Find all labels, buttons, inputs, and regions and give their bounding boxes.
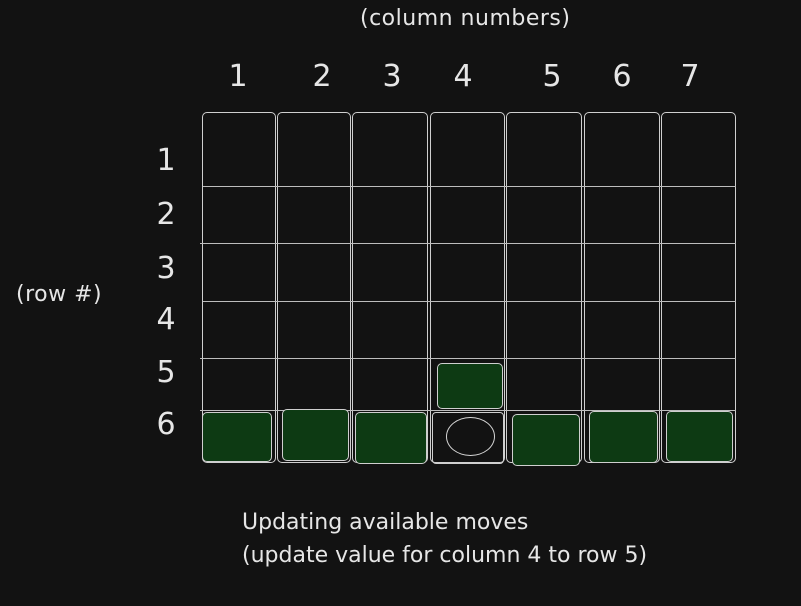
row-divider: [203, 301, 736, 302]
board-cell-r6-c6: [589, 411, 658, 463]
update-note: Updating available moves (update value f…: [242, 506, 647, 572]
row-number-5: 5: [156, 355, 176, 390]
board-cell-r6-c3: [355, 412, 427, 464]
column-number-1: 1: [228, 59, 248, 94]
column-number-7: 7: [680, 59, 700, 94]
row-number-1: 1: [156, 143, 176, 178]
column-numbers-caption: (column numbers): [360, 6, 571, 31]
column-number-6: 6: [612, 59, 632, 94]
update-note-title: Updating available moves: [242, 510, 529, 535]
column-number-5: 5: [542, 59, 562, 94]
row-number-caption: (row #): [16, 282, 103, 307]
column-number-3: 3: [382, 59, 402, 94]
update-note-detail: (update value for column 4 to row 5): [242, 543, 648, 568]
row-number-3: 3: [156, 251, 176, 286]
board-cell-r6-c7: [666, 411, 733, 462]
row-divider: [203, 186, 736, 187]
available-move-marker: [446, 417, 495, 456]
column-number-4: 4: [453, 59, 473, 94]
row-divider: [200, 243, 736, 244]
row-number-2: 2: [156, 197, 176, 232]
board-cell-r6-c5: [512, 414, 580, 466]
column-number-2: 2: [312, 59, 332, 94]
row-number-6: 6: [156, 407, 176, 442]
row-divider: [200, 358, 736, 359]
board-cell-r6-c2: [282, 409, 349, 461]
board-cell-r6-c1: [202, 412, 272, 462]
row-number-4: 4: [156, 302, 176, 337]
board-cell-r5-c4: [437, 363, 503, 409]
